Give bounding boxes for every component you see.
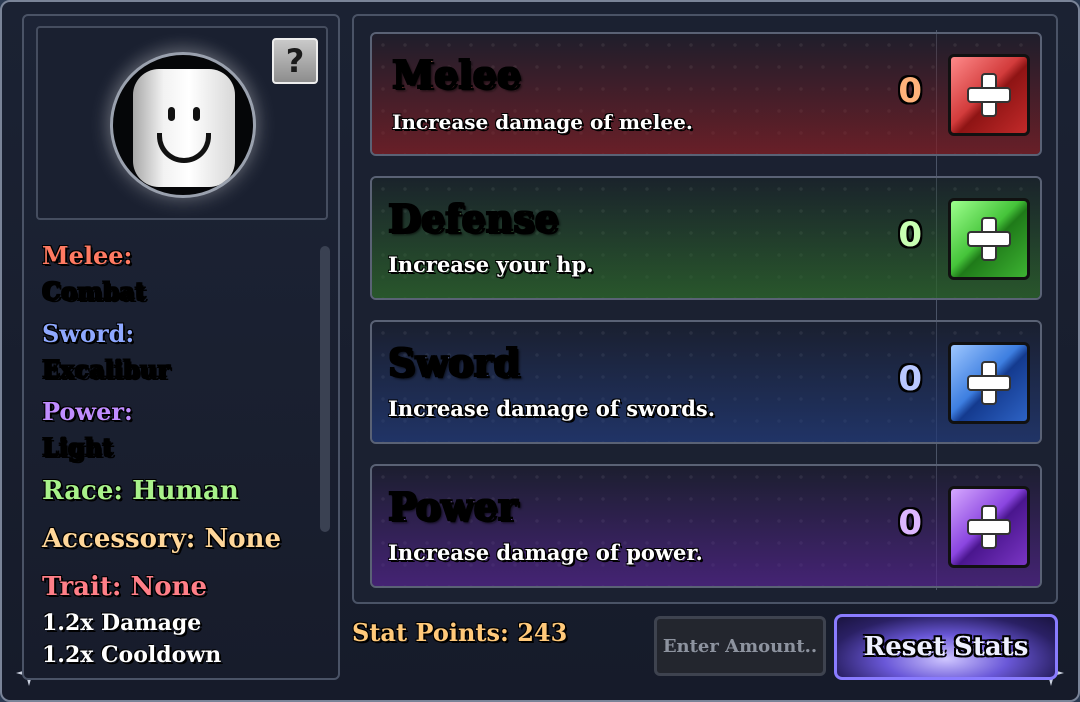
avatar-head-icon (133, 69, 235, 187)
character-info-panel: ? Melee: Combat Sword: Excalibur Power: … (22, 14, 340, 680)
stat-value: 0 (898, 215, 922, 255)
power-value: Light (42, 433, 114, 462)
stat-points: Stat Points: 243 (352, 618, 568, 647)
plus-icon (969, 507, 1009, 547)
melee-label: Melee: (42, 241, 133, 270)
stat-description: Increase damage of power. (388, 540, 703, 565)
avatar-box: ? (36, 26, 328, 220)
sword-value: Excalibur (42, 355, 170, 384)
info-scrollbar[interactable] (320, 246, 330, 532)
plus-icon (969, 363, 1009, 403)
add-power-button[interactable] (948, 486, 1030, 568)
melee-value: Combat (42, 277, 146, 306)
stat-description: Increase damage of swords. (388, 396, 716, 421)
stat-title: Melee (392, 52, 522, 97)
plus-icon (969, 75, 1009, 115)
plus-icon (969, 219, 1009, 259)
add-defense-button[interactable] (948, 198, 1030, 280)
cooldown-multiplier: 1.2x Cooldown (42, 642, 222, 668)
stat-card-power: Power Increase damage of power. 0 (370, 464, 1042, 588)
stat-value: 0 (898, 503, 922, 543)
stat-title: Defense (388, 196, 559, 241)
trait-info: Trait: None (42, 572, 208, 602)
stat-value: 0 (898, 359, 922, 399)
sword-label: Sword: (42, 319, 135, 348)
stat-title: Sword (388, 340, 521, 385)
add-melee-button[interactable] (948, 54, 1030, 136)
stat-value: 0 (898, 71, 922, 111)
stat-card-sword: Sword Increase damage of swords. 0 (370, 320, 1042, 444)
race-info: Race: Human (42, 476, 239, 506)
stat-card-melee: Melee Increase damage of melee. 0 (370, 32, 1042, 156)
amount-input[interactable] (654, 616, 826, 676)
stat-card-defense: Defense Increase your hp. 0 (370, 176, 1042, 300)
power-label: Power: (42, 397, 133, 426)
avatar (110, 52, 256, 198)
stat-description: Increase your hp. (388, 252, 594, 277)
stat-title: Power (388, 484, 518, 529)
accessory-info: Accessory: None (42, 524, 282, 554)
reset-stats-button[interactable]: Reset Stats (834, 614, 1058, 680)
add-sword-button[interactable] (948, 342, 1030, 424)
help-button[interactable]: ? (272, 38, 318, 84)
stat-description: Increase damage of melee. (392, 110, 693, 134)
stats-panel: Melee Increase damage of melee. 0 Defens… (352, 14, 1058, 604)
damage-multiplier: 1.2x Damage (42, 610, 202, 636)
